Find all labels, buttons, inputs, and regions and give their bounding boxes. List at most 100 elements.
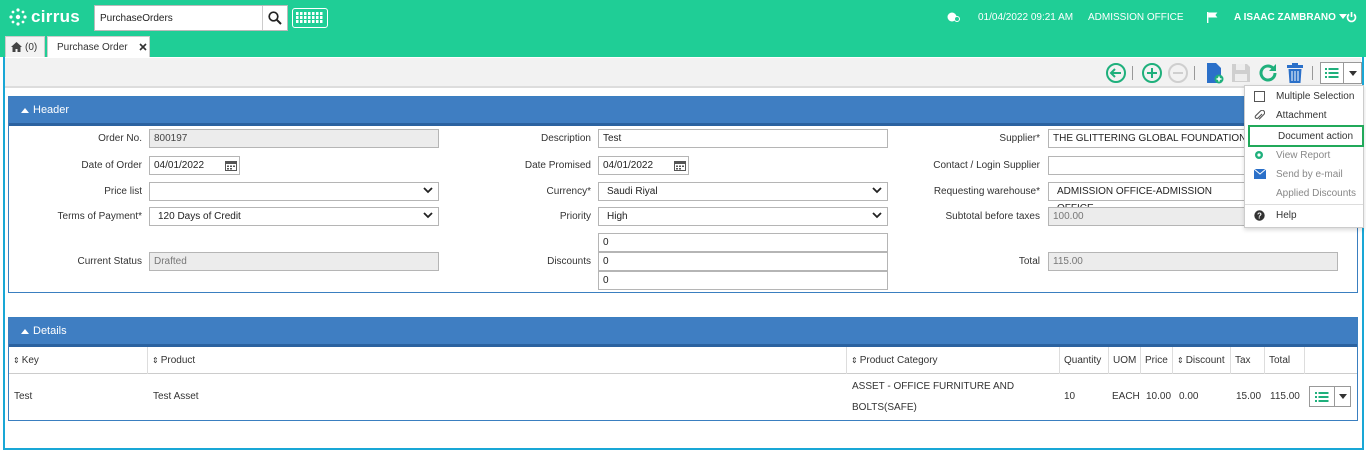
app-logo[interactable]: cirrus (8, 6, 80, 28)
menu-item-help[interactable]: ? Help (1245, 206, 1363, 225)
caret-down-icon (1339, 394, 1347, 399)
envelope-icon (1254, 169, 1266, 179)
column-price-label: Price (1145, 355, 1168, 366)
chevron-down-icon (872, 212, 882, 219)
sort-icon: ⇕ (851, 356, 858, 365)
contact-login-supplier-field[interactable] (1048, 156, 1248, 175)
terms-of-payment-select[interactable]: 120 Days of Credit (149, 207, 439, 226)
list-icon (1325, 68, 1339, 78)
delete-icon[interactable] (1284, 62, 1306, 84)
column-quantity[interactable]: Quantity (1060, 347, 1109, 374)
column-price[interactable]: Price (1141, 347, 1173, 374)
date-promised-label: Date Promised (524, 160, 591, 171)
collapse-icon (21, 328, 29, 334)
menu-item-attachment[interactable]: Attachment (1245, 106, 1363, 125)
column-discount[interactable]: ⇕ Discount (1173, 347, 1231, 374)
column-uom-label: UOM (1113, 355, 1137, 366)
column-product-category[interactable]: ⇕ Product Category (847, 347, 1060, 374)
column-tax[interactable]: Tax (1231, 347, 1265, 374)
column-key-label: Key (21, 355, 39, 366)
close-icon[interactable] (139, 43, 147, 51)
remove-icon[interactable] (1167, 62, 1189, 84)
date-promised-field[interactable]: 04/01/2022 (598, 156, 689, 175)
menu-item-label: Send by e-mail (1276, 169, 1343, 180)
tab-purchase-order[interactable]: Purchase Order (47, 36, 150, 57)
menu-item-document-action[interactable]: Document action (1248, 125, 1364, 147)
refresh-icon[interactable] (1257, 62, 1279, 84)
toolbar (5, 58, 1362, 88)
flag-icon[interactable] (1206, 0, 1219, 34)
requesting-warehouse-select[interactable]: ADMISSION OFFICE-ADMISSION OFFICE (1048, 182, 1248, 214)
tab-purchase-order-label: Purchase Order (57, 41, 128, 53)
search-button[interactable] (262, 6, 287, 30)
row-uom: EACH (1112, 391, 1140, 402)
subtotal-field[interactable]: 100.00 (1048, 207, 1248, 226)
tabs-bar: (0) Purchase Order (0, 34, 1366, 57)
total-label: Total (1018, 256, 1040, 267)
collapse-icon (21, 107, 29, 113)
user-menu[interactable]: A ISAAC ZAMBRANO (1234, 0, 1347, 34)
menu-item-applied-discounts[interactable]: Applied Discounts (1245, 184, 1363, 203)
priority-select[interactable]: High (598, 207, 888, 226)
caret-down-icon (1349, 71, 1357, 76)
chevron-down-icon (423, 187, 433, 194)
discount-field-2[interactable]: 0 (598, 252, 888, 271)
currency-value: Saudi Riyal (607, 186, 658, 197)
price-list-select[interactable] (149, 182, 439, 201)
row-product: Test Asset (153, 391, 199, 402)
search-input[interactable] (95, 6, 262, 30)
actions-dropdown-menu: Multiple Selection Attachment Document a… (1244, 85, 1364, 228)
add-icon[interactable] (1141, 62, 1163, 84)
chevron-down-icon (872, 187, 882, 194)
save-icon[interactable] (1230, 62, 1252, 84)
date-of-order-field[interactable]: 04/01/2022 (149, 156, 240, 175)
new-document-icon[interactable] (1203, 62, 1225, 84)
column-uom[interactable]: UOM (1109, 347, 1141, 374)
contact-login-supplier-label: Contact / Login Supplier (933, 160, 1040, 171)
row-actions-button[interactable] (1309, 386, 1351, 407)
row-category-line1: ASSET - OFFICE FURNITURE AND (852, 381, 1015, 392)
keyboard-icon[interactable] (292, 8, 328, 28)
menu-item-view-report[interactable]: View Report (1245, 146, 1363, 165)
chevron-down-icon (423, 212, 433, 219)
terms-of-payment-value: 120 Days of Credit (158, 211, 241, 222)
menu-item-multiple-selection[interactable]: Multiple Selection (1245, 87, 1363, 106)
office-display[interactable]: ADMISSION OFFICE (1088, 0, 1184, 34)
current-status-label: Current Status (77, 256, 142, 267)
header-panel-title[interactable]: Header (9, 97, 1357, 126)
paperclip-icon (1254, 110, 1265, 120)
column-quantity-label: Quantity (1064, 355, 1102, 366)
current-status-field[interactable]: Drafted (149, 252, 439, 271)
discount-field-1[interactable]: 0 (598, 233, 888, 252)
menu-item-send-by-email[interactable]: Send by e-mail (1245, 165, 1363, 184)
details-panel-title[interactable]: Details (9, 318, 1357, 347)
description-field[interactable]: Test (598, 129, 888, 148)
calendar-icon[interactable] (225, 160, 237, 171)
order-no-field[interactable]: 800197 (149, 129, 439, 148)
total-field[interactable]: 115.00 (1048, 252, 1338, 271)
menu-item-label: Help (1276, 210, 1297, 221)
currency-select[interactable]: Saudi Riyal (598, 182, 888, 201)
row-key: Test (14, 391, 33, 402)
back-icon[interactable] (1105, 62, 1127, 84)
details-panel: Details ⇕ Key ⇕ Product ⇕ Product Category … (8, 317, 1358, 421)
column-total[interactable]: Total (1265, 347, 1305, 374)
svg-text:?: ? (1257, 212, 1262, 221)
column-product[interactable]: ⇕ Product (148, 347, 847, 374)
menu-item-label: Document action (1278, 130, 1354, 142)
tab-home[interactable]: (0) (5, 36, 45, 57)
power-icon[interactable] (1346, 0, 1357, 34)
calendar-icon[interactable] (674, 160, 686, 171)
settings-icon[interactable] (946, 0, 960, 34)
menu-divider (1245, 204, 1363, 205)
supplier-field[interactable]: THE GLITTERING GLOBAL FOUNDATION FOR (1048, 129, 1248, 148)
row-category-line2: BOLTS(SAFE) (852, 402, 917, 413)
top-bar: cirrus 01/04/2022 09:21 AM ADMISSION OFF… (0, 0, 1366, 34)
column-key[interactable]: ⇕ Key (9, 347, 148, 374)
home-icon (11, 42, 22, 52)
datetime-display: 01/04/2022 09:21 AM (978, 11, 1074, 23)
checkbox-icon[interactable] (1254, 91, 1265, 102)
column-tax-label: Tax (1235, 355, 1251, 366)
actions-menu-button[interactable] (1320, 62, 1362, 84)
discount-field-3[interactable]: 0 (598, 271, 888, 290)
